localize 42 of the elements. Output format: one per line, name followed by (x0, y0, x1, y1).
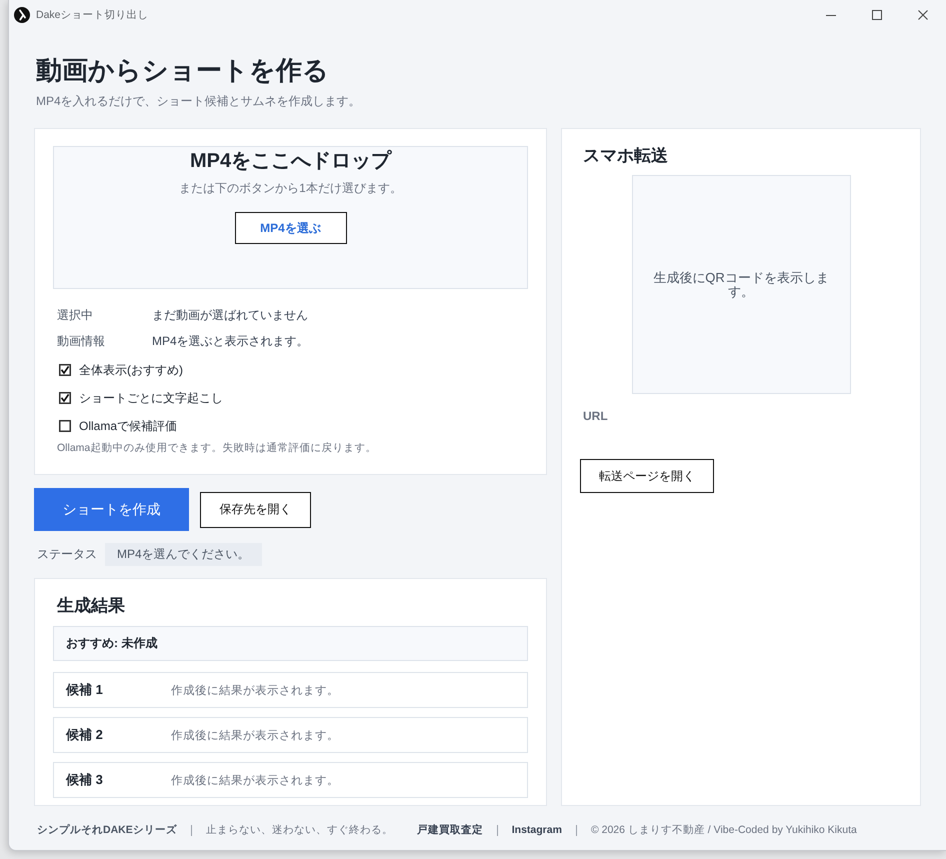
checkbox[interactable] (59, 420, 71, 432)
candidate-label: 候補 1 (66, 681, 103, 699)
candidate-label: 候補 3 (66, 771, 103, 789)
page-subtitle: MP4を入れるだけで、ショート候補とサムネを作成します。 (36, 93, 361, 110)
open-transfer-page-button[interactable]: 転送ページを開く (580, 459, 714, 493)
checkbox-label[interactable]: ショートごとに文字起こし (79, 390, 223, 406)
create-shorts-button[interactable]: ショートを作成 (34, 488, 189, 531)
info-label: 選択中 (57, 306, 93, 324)
info-label: 動画情報 (57, 332, 105, 350)
close-icon (918, 10, 928, 20)
page-title: 動画からショートを作る (36, 54, 329, 87)
help-text: Ollama起動中のみ使用できます。失敗時は通常評価に戻ります。 (57, 441, 376, 456)
drop-zone[interactable]: MP4をここへドロップ または下のボタンから1本だけ選びます。 MP4を選ぶ (53, 146, 528, 289)
checkbox-label[interactable]: Ollamaで候補評価 (79, 418, 178, 434)
app-logo-icon (14, 7, 30, 23)
candidate-label: 候補 2 (66, 726, 103, 744)
maximize-icon (872, 10, 882, 20)
checkbox[interactable] (59, 392, 71, 404)
info-value: まだ動画が選ばれていません (152, 306, 308, 324)
drop-zone-title: MP4をここへドロップ (190, 148, 392, 174)
recommendation-banner: おすすめ: 未作成 (53, 626, 528, 661)
results-title: 生成結果 (57, 595, 125, 617)
transfer-title: スマホ転送 (583, 145, 668, 167)
status-label: ステータス (37, 546, 97, 563)
candidate-text: 作成後に結果が表示されます。 (171, 728, 339, 742)
open-folder-button[interactable]: 保存先を開く (200, 492, 311, 528)
candidate-text: 作成後に結果が表示されます。 (171, 684, 339, 698)
status-badge: MP4を選んでください。 (105, 543, 262, 566)
drop-zone-hint: または下のボタンから1本だけ選びます。 (179, 180, 402, 196)
choose-file-button[interactable]: MP4を選ぶ (234, 212, 346, 244)
footer-link[interactable]: 戸建買取査定 (416, 823, 483, 837)
candidate-text: 作成後に結果が表示されます。 (171, 774, 339, 788)
checkbox-label[interactable]: 全体表示(おすすめ) (79, 362, 183, 378)
series-name: シンプルそれDAKEシリーズ (37, 823, 177, 837)
footer-text: 止まらない、迷わない、すぐ終わる。 (206, 823, 393, 837)
footer-text: © 2026 しまりす不動産 / Vibe-Coded by Yukihiko Kikuta (590, 823, 857, 837)
qr-placeholder-text: 生成後にQRコードを表示します。 (652, 270, 830, 298)
footer-link[interactable]: Instagram (512, 824, 562, 836)
info-value: MP4を選ぶと表示されます。 (152, 332, 309, 350)
checkbox[interactable] (59, 364, 71, 376)
url-label: URL (583, 408, 608, 424)
window-title: Dakeショート切り出し (36, 8, 149, 22)
